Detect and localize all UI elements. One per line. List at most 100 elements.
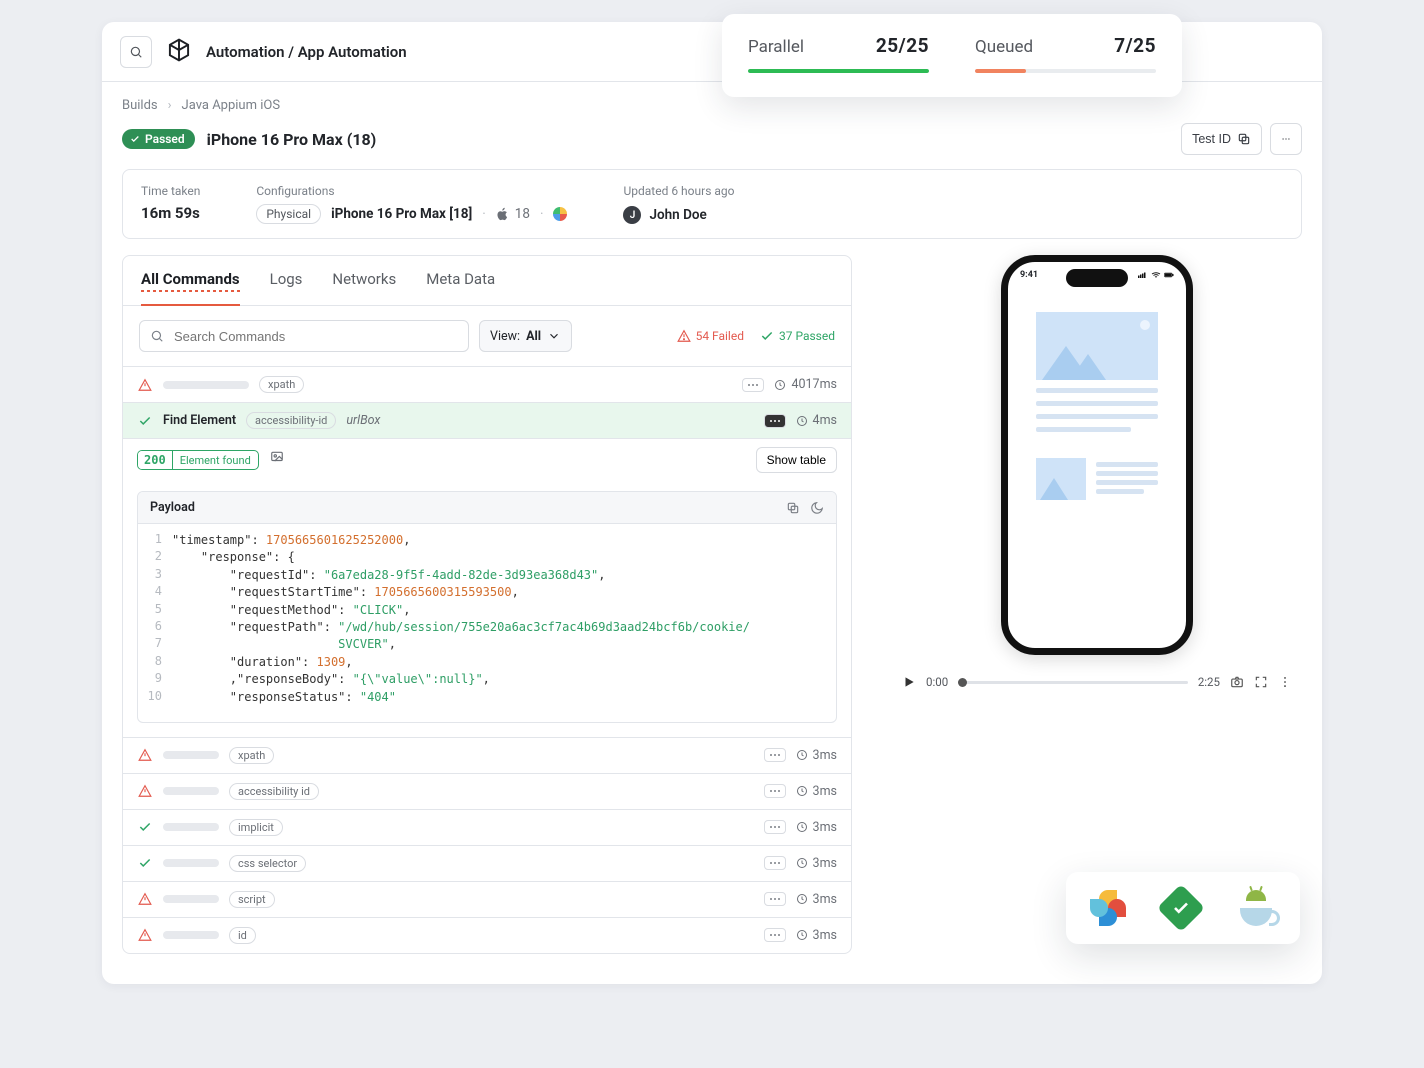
- brand-logo: [166, 37, 192, 67]
- configurations: Physical iPhone 16 Pro Max [18] · 18 ·: [256, 204, 567, 224]
- payload-panel: Payload 1"timestamp": 170566560162525200…: [137, 491, 837, 723]
- scrub-track[interactable]: [958, 681, 1188, 684]
- check-badge-icon: [1157, 884, 1205, 932]
- duration: 3ms: [796, 820, 837, 835]
- more-icon[interactable]: [1278, 675, 1292, 689]
- duration: 3ms: [796, 928, 837, 943]
- tab-networks[interactable]: Networks: [332, 270, 396, 305]
- payload-code: 1"timestamp": 1705665601625252000,2 "res…: [138, 524, 836, 722]
- screenshot-icon[interactable]: [270, 453, 284, 468]
- row-menu[interactable]: [764, 928, 786, 942]
- row-menu[interactable]: [764, 820, 786, 834]
- locator-tag: id: [229, 927, 256, 944]
- locator-tag: implicit: [229, 819, 283, 836]
- parallel-bar: [748, 69, 929, 73]
- check-icon: [760, 329, 774, 343]
- row-menu[interactable]: [764, 748, 786, 762]
- android-cup-icon: [1236, 890, 1276, 926]
- breadcrumb: Builds › Java Appium iOS: [122, 98, 1302, 113]
- video-scrubber[interactable]: 0:00 2:25: [902, 675, 1292, 689]
- locator-tag: xpath: [259, 376, 304, 393]
- search-commands[interactable]: [139, 320, 469, 352]
- queued-bar: [975, 69, 1026, 73]
- status-icon: [137, 856, 153, 870]
- session-info: Time taken 16m 59s Configurations Physic…: [122, 169, 1302, 239]
- passed-count: 37 Passed: [760, 329, 835, 343]
- row-menu[interactable]: [742, 378, 764, 392]
- command-row[interactable]: implicit 3ms: [123, 809, 851, 845]
- placeholder: [163, 787, 219, 795]
- search-icon: [129, 45, 143, 59]
- status-badge: Passed: [122, 129, 195, 149]
- locator-tag: xpath: [229, 747, 274, 764]
- locator-tag: script: [229, 891, 275, 908]
- commands-panel: All Commands Logs Networks Meta Data View: …: [122, 255, 852, 954]
- placeholder: [163, 859, 219, 867]
- command-name: Find Element: [163, 413, 236, 428]
- row-menu[interactable]: [764, 892, 786, 906]
- duration: 4017ms: [774, 377, 837, 392]
- copy-icon: [1237, 132, 1251, 146]
- updated-label: Updated 6 hours ago: [623, 184, 734, 198]
- check-icon: [130, 134, 140, 144]
- view-filter[interactable]: View: All: [479, 320, 572, 352]
- integrations-card: [1066, 872, 1300, 944]
- framework-icon: [553, 207, 567, 221]
- breadcrumb-root[interactable]: Builds: [122, 98, 158, 113]
- chevron-down-icon: [547, 329, 561, 343]
- more-menu-button[interactable]: [1270, 123, 1302, 155]
- fullscreen-icon[interactable]: [1254, 675, 1268, 689]
- search-input[interactable]: [172, 328, 458, 345]
- locator-value: urlBox: [346, 413, 380, 428]
- status-icon: [137, 928, 153, 942]
- play-icon[interactable]: [902, 675, 916, 689]
- command-result: 200 Element found Show table: [123, 438, 851, 481]
- test-id-button[interactable]: Test ID: [1181, 123, 1262, 155]
- duration: 3ms: [796, 784, 837, 799]
- row-menu[interactable]: [764, 784, 786, 798]
- status-error-icon: [137, 378, 153, 392]
- queue-card: Parallel25/25 Queued7/25: [722, 14, 1182, 97]
- breadcrumb-leaf[interactable]: Java Appium iOS: [182, 98, 281, 113]
- duration: 3ms: [796, 856, 837, 871]
- status-icon: [137, 892, 153, 906]
- command-row[interactable]: xpath 4017ms: [123, 366, 851, 402]
- pinwheel-icon: [1090, 890, 1126, 926]
- command-row[interactable]: id 3ms: [123, 917, 851, 953]
- chevron-right-icon: ›: [168, 98, 172, 113]
- avatar: J: [623, 206, 641, 224]
- queued-stat: Queued7/25: [975, 34, 1156, 73]
- duration: 4ms: [796, 413, 837, 428]
- row-menu[interactable]: [764, 414, 786, 428]
- playback-duration: 2:25: [1198, 675, 1220, 689]
- row-menu[interactable]: [764, 856, 786, 870]
- camera-icon[interactable]: [1230, 675, 1244, 689]
- placeholder: [163, 751, 219, 759]
- tab-meta-data[interactable]: Meta Data: [426, 270, 495, 305]
- command-row[interactable]: script 3ms: [123, 881, 851, 917]
- apple-icon: [496, 207, 510, 221]
- command-row[interactable]: css selector3ms: [123, 845, 851, 881]
- tab-logs[interactable]: Logs: [270, 270, 303, 305]
- theme-icon[interactable]: [810, 501, 824, 515]
- status-icon: [137, 748, 153, 762]
- search-button[interactable]: [120, 36, 152, 68]
- duration: 3ms: [796, 892, 837, 907]
- result-capsule: 200 Element found: [137, 450, 259, 470]
- locator-tag: accessibility-id: [246, 412, 336, 429]
- command-row[interactable]: accessibility id 3ms: [123, 773, 851, 809]
- duration: 3ms: [796, 748, 837, 763]
- command-row[interactable]: xpath 3ms: [123, 737, 851, 773]
- device-indicators: [1138, 270, 1174, 280]
- status-icon: [137, 784, 153, 798]
- user-name: John Doe: [649, 207, 706, 223]
- locator-tag: accessibility id: [229, 783, 319, 800]
- os-version: 18: [496, 206, 530, 222]
- show-table-button[interactable]: Show table: [756, 447, 837, 473]
- tab-all-commands[interactable]: All Commands: [141, 270, 240, 306]
- copy-icon[interactable]: [786, 501, 800, 515]
- placeholder: [163, 823, 219, 831]
- command-row-selected[interactable]: Find Element accessibility-id urlBox 4ms: [123, 402, 851, 438]
- page-title: Automation / App Automation: [206, 43, 407, 61]
- status-ok-icon: [137, 414, 153, 428]
